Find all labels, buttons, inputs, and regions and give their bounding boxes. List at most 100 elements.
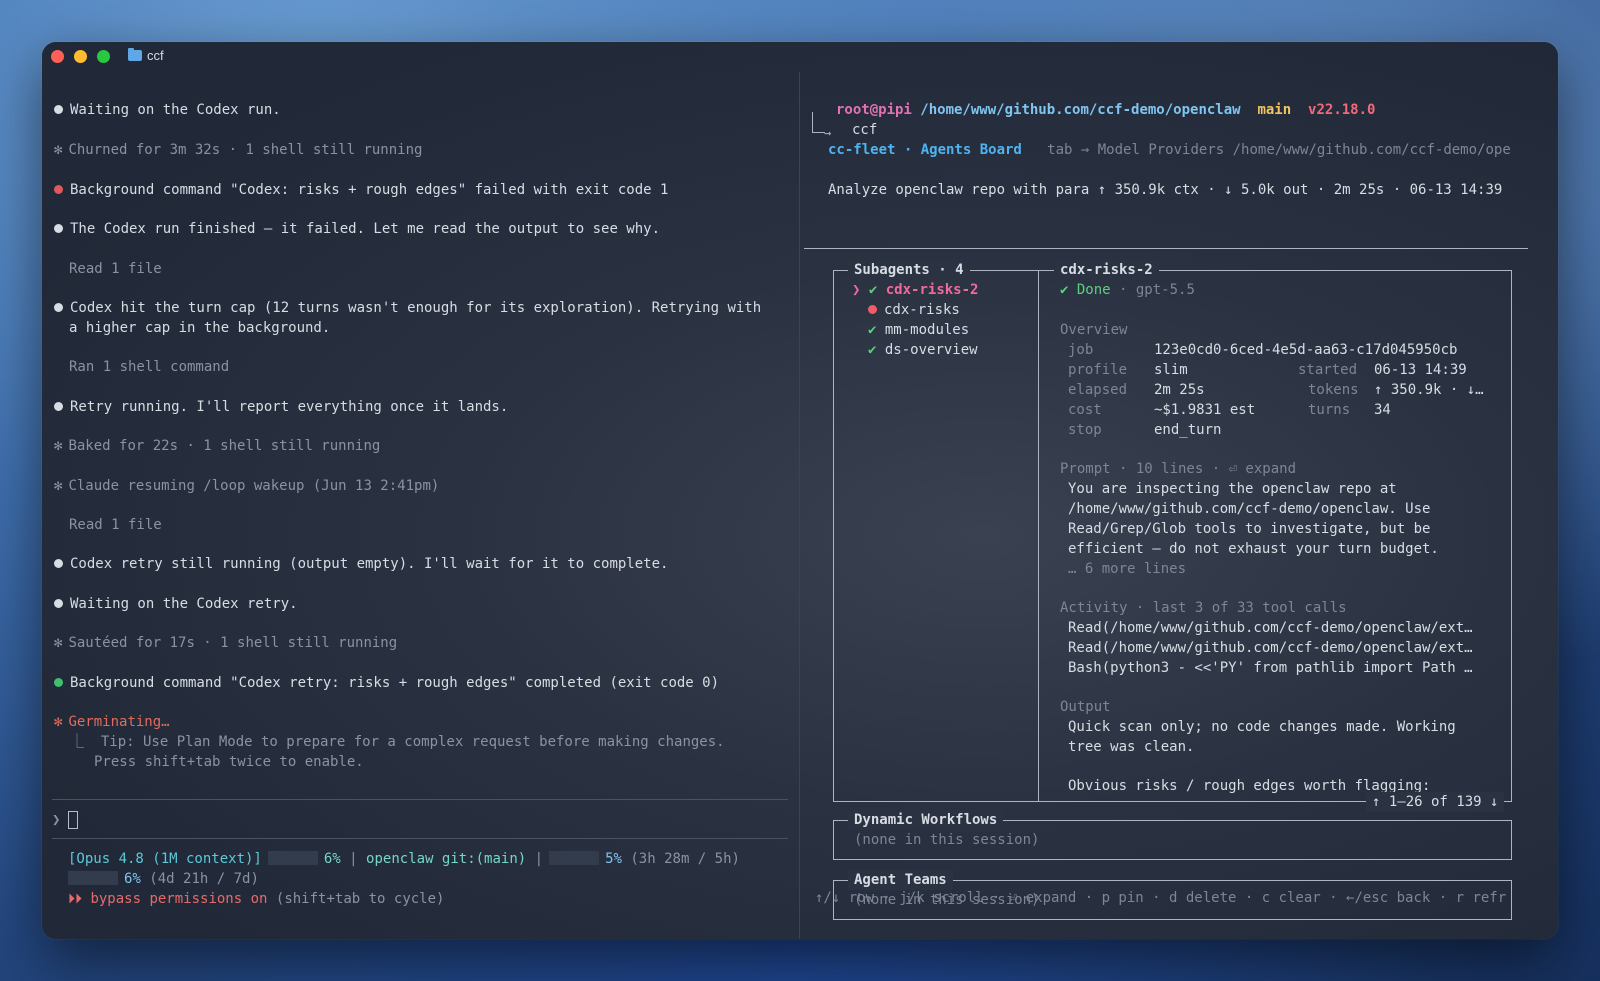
terminal-window: ccf Waiting on the Codex run. ✻ Churned f… bbox=[42, 42, 1558, 939]
transcript-line: The Codex run finished — it failed. Let … bbox=[54, 219, 660, 239]
subagent-row-cdx-risks[interactable]: cdx-risks bbox=[866, 300, 960, 320]
tool-summary[interactable]: Read 1 file bbox=[69, 515, 162, 535]
ccf-pane[interactable]: → root@pipi /home/www/github.com/ccf-dem… bbox=[800, 72, 1558, 939]
tip-line: ⎿ Tip: Use Plan Mode to prepare for a co… bbox=[70, 734, 725, 750]
transcript-line: a higher cap in the background. bbox=[69, 320, 331, 336]
close-button[interactable] bbox=[51, 50, 64, 63]
asterisk-icon: ✻ bbox=[54, 142, 63, 158]
workflows-title: Dynamic Workflows bbox=[848, 810, 1004, 830]
task-summary: Analyze openclaw repo with para ↑ 350.9k… bbox=[828, 182, 1503, 198]
bullet-icon bbox=[54, 105, 63, 114]
weekly-usage-bar bbox=[68, 871, 118, 885]
check-icon: ✔ bbox=[868, 342, 877, 358]
zoom-button[interactable] bbox=[97, 50, 110, 63]
kv-started-value: 06-13 14:39 bbox=[1374, 362, 1467, 378]
output-line: tree was clean. bbox=[1068, 739, 1195, 755]
permissions-line[interactable]: ⏵⏵ bypass permissions on (shift+tab to c… bbox=[68, 889, 444, 909]
check-icon: ✔ bbox=[868, 282, 878, 298]
transcript-line: Retry running. I'll report everything on… bbox=[54, 397, 508, 417]
prompt-line: efficient — do not exhaust your turn bud… bbox=[1068, 541, 1439, 557]
kv-turns-value: 34 bbox=[1374, 402, 1391, 418]
tool-summary[interactable]: Read 1 file bbox=[69, 259, 162, 279]
input-top-border bbox=[52, 799, 788, 800]
status-line: 6% (4d 21h / 7d) bbox=[68, 869, 259, 889]
output-line: Quick scan only; no code changes made. W… bbox=[1068, 719, 1456, 735]
teams-title: Agent Teams bbox=[848, 870, 953, 890]
transcript-line: Background command "Codex: risks + rough… bbox=[54, 180, 668, 200]
prompt-more: … 6 more lines bbox=[1068, 561, 1187, 577]
tab-model-providers[interactable]: tab → Model Providers /home/www/github.c… bbox=[1047, 142, 1511, 158]
window-title: ccf bbox=[128, 48, 164, 63]
kv-elapsed: elapsed bbox=[1068, 382, 1128, 398]
claude-pane[interactable]: Waiting on the Codex run. ✻ Churned for 3… bbox=[42, 72, 799, 939]
check-icon: ✔ bbox=[868, 322, 877, 338]
kv-cost-value: ~$1.9831 est bbox=[1154, 402, 1256, 418]
shell-prompt: root@pipi /home/www/github.com/ccf-demo/… bbox=[836, 102, 1376, 118]
shell-command: ccf bbox=[852, 122, 878, 138]
success-bullet-icon bbox=[54, 678, 63, 687]
bullet-icon bbox=[54, 303, 63, 312]
asterisk-icon: ✻ bbox=[54, 438, 63, 454]
kv-stop: stop bbox=[1068, 422, 1102, 438]
transcript-line: Waiting on the Codex run. bbox=[54, 100, 281, 120]
bullet-icon bbox=[54, 599, 63, 608]
tip-line: Press shift+tab twice to enable. bbox=[94, 754, 364, 770]
header-divider bbox=[804, 248, 1528, 249]
kv-job-value: 123e0cd0-6ced-4e5d-aa63-c17d045950cb bbox=[1154, 342, 1458, 358]
folder-icon bbox=[128, 48, 142, 61]
keybindings-footer: ↑/↓ row · j/k scroll · ⏎ expand · p pin … bbox=[815, 890, 1507, 906]
prompt-line: /home/www/github.com/ccf-demo/openclaw. … bbox=[1068, 501, 1431, 517]
failed-dot-icon bbox=[868, 305, 877, 314]
prompt-chevron-icon: ❯ bbox=[52, 812, 61, 828]
activity-item: Bash(python3 - <<'PY' from pathlib impor… bbox=[1068, 660, 1473, 676]
subagent-row-mm-modules[interactable]: ✔ mm-modules bbox=[868, 320, 969, 340]
transcript-line: ✻ Claude resuming /loop wakeup (Jun 13 2:… bbox=[54, 478, 440, 494]
prompt-expand-toggle[interactable]: Prompt · 10 lines · ⏎ expand bbox=[1060, 459, 1296, 479]
output-label: Output bbox=[1060, 699, 1111, 715]
subagent-row-ds-overview[interactable]: ✔ ds-overview bbox=[868, 340, 978, 360]
prompt-line: Read/Grep/Glob tools to investigate, but… bbox=[1068, 521, 1431, 537]
asterisk-icon: ✻ bbox=[54, 478, 63, 494]
kv-stop-value: end_turn bbox=[1154, 422, 1222, 438]
workflows-empty: (none in this session) bbox=[854, 832, 1040, 848]
error-bullet-icon bbox=[54, 185, 63, 194]
transcript-line: Codex hit the turn cap (12 turns wasn't … bbox=[54, 298, 761, 318]
subagent-row-cdx-risks-2[interactable]: ❯ ✔ cdx-risks-2 bbox=[852, 280, 978, 300]
activity-item: Read(/home/www/github.com/ccf-demo/openc… bbox=[1068, 640, 1473, 656]
minimize-button[interactable] bbox=[74, 50, 87, 63]
activity-item: Read(/home/www/github.com/ccf-demo/openc… bbox=[1068, 620, 1473, 636]
asterisk-icon: ✻ bbox=[54, 714, 63, 730]
board-header: cc-fleet · Agents Board tab → Model Prov… bbox=[828, 142, 1511, 158]
kv-cost: cost bbox=[1068, 402, 1102, 418]
kv-turns: turns bbox=[1308, 402, 1351, 418]
kv-tokens: tokens bbox=[1308, 382, 1359, 398]
overview-label: Overview bbox=[1060, 322, 1128, 338]
tool-summary[interactable]: Ran 1 shell command bbox=[69, 357, 229, 377]
bullet-icon bbox=[54, 402, 63, 411]
chevron-right-icon: ❯ bbox=[852, 282, 861, 298]
fast-forward-icon: ⏵⏵ bbox=[68, 891, 82, 907]
transcript-line: Waiting on the Codex retry. bbox=[54, 594, 298, 614]
spinner-status: ✻ Germinating… bbox=[54, 714, 170, 730]
kv-profile: profile bbox=[1068, 362, 1128, 378]
prompt-line: You are inspecting the openclaw repo at bbox=[1068, 481, 1397, 497]
kv-job: job bbox=[1068, 342, 1094, 358]
transcript-line: ✻ Churned for 3m 32s · 1 shell still runn… bbox=[54, 142, 423, 158]
detail-title: cdx-risks-2 bbox=[1054, 260, 1159, 280]
status-line: [Opus 4.8 (1M context)] 6% | openclaw git… bbox=[68, 851, 740, 867]
context-usage-bar bbox=[267, 851, 318, 865]
title-bar: ccf bbox=[42, 42, 1558, 72]
input-bottom-border bbox=[52, 838, 788, 839]
kv-elapsed-value: 2m 25s bbox=[1154, 382, 1205, 398]
bullet-icon bbox=[54, 559, 63, 568]
asterisk-icon: ✻ bbox=[54, 635, 63, 651]
activity-label: Activity · last 3 of 33 tool calls bbox=[1060, 600, 1347, 616]
transcript-line: ✻ Baked for 22s · 1 shell still running bbox=[54, 438, 381, 454]
transcript-line: Codex retry still running (output empty)… bbox=[54, 554, 668, 574]
kv-profile-value: slim bbox=[1154, 362, 1188, 378]
bullet-icon bbox=[54, 224, 63, 233]
transcript-line: ✻ Sautéed for 17s · 1 shell still running bbox=[54, 635, 398, 651]
chat-input[interactable] bbox=[68, 811, 78, 829]
kv-started: started bbox=[1298, 362, 1358, 378]
scroll-indicator: ↑ 1–26 of 139 ↓ bbox=[1366, 792, 1505, 812]
